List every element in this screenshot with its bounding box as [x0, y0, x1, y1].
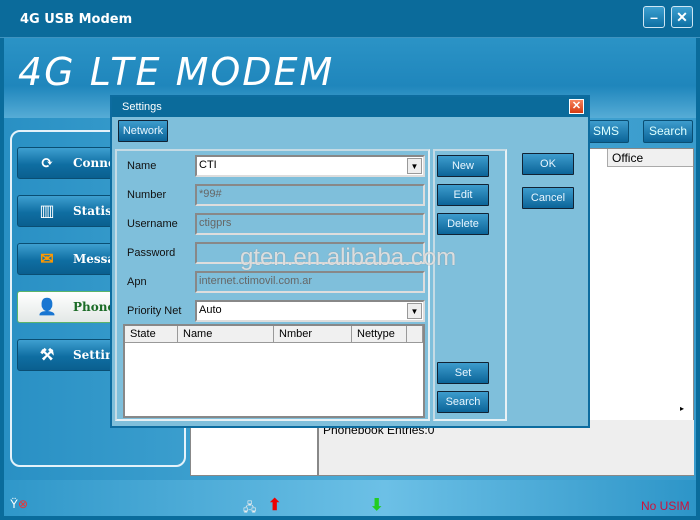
- priority-net-select[interactable]: Auto ▼: [195, 300, 425, 322]
- username-label: Username: [127, 218, 178, 230]
- cancel-button[interactable]: Cancel: [522, 187, 574, 209]
- apn-label: Apn: [127, 276, 147, 288]
- priority-net-value: Auto: [199, 304, 222, 316]
- connect-icon: ⟳: [40, 153, 54, 172]
- number-label: Number: [127, 189, 167, 201]
- status-pane: Phonebook Entries:0: [317, 420, 694, 475]
- column-header-office[interactable]: Office: [607, 149, 693, 167]
- minimize-button[interactable]: –: [643, 6, 665, 28]
- app-title: 4G USB Modem: [20, 12, 133, 27]
- upload-arrow-icon: ⬆: [268, 497, 282, 514]
- network-table[interactable]: State Name Nmber Nettype: [123, 324, 425, 418]
- profile-group: Name CTI ▼ Number *99# Username ctigprs P…: [115, 149, 430, 421]
- name-select[interactable]: CTI ▼: [195, 155, 425, 177]
- column-number[interactable]: Nmber: [274, 326, 352, 343]
- dialog-close-button[interactable]: ✕: [569, 99, 584, 114]
- column-filler: [407, 326, 423, 343]
- sim-status: No USIM: [641, 499, 690, 513]
- actions-group: New Edit Delete Set Search: [433, 149, 507, 421]
- apn-field[interactable]: internet.ctimovil.com.ar: [195, 271, 425, 293]
- name-label: Name: [127, 160, 157, 172]
- set-button[interactable]: Set: [437, 362, 489, 384]
- statistics-icon: ▥: [39, 201, 55, 220]
- network-icon: 🖧: [243, 500, 257, 514]
- no-signal-icon: Ÿ⊗: [10, 497, 29, 511]
- new-button[interactable]: New: [437, 155, 489, 177]
- download-arrow-icon: ⬇: [370, 497, 384, 514]
- scroll-right-icon[interactable]: ▸: [680, 404, 684, 413]
- username-field[interactable]: ctigprs: [195, 213, 425, 235]
- tab-network[interactable]: Network: [118, 120, 168, 142]
- priority-net-label: Priority Net: [127, 305, 182, 317]
- chevron-down-icon[interactable]: ▼: [407, 158, 422, 174]
- message-icon: ✉: [40, 249, 54, 268]
- number-field[interactable]: *99#: [195, 184, 425, 206]
- column-state[interactable]: State: [125, 326, 178, 343]
- edit-button[interactable]: Edit: [437, 184, 489, 206]
- ok-button[interactable]: OK: [522, 153, 574, 175]
- status-bar: [4, 480, 696, 516]
- phonebook-icon: 👤: [37, 297, 57, 316]
- name-value: CTI: [199, 159, 217, 171]
- chevron-down-icon[interactable]: ▼: [407, 303, 422, 319]
- tools-icon: ⚒: [39, 345, 55, 364]
- dialog-title: Settings: [112, 97, 588, 117]
- logo: 4G LTE MODEM: [18, 50, 335, 94]
- search-button[interactable]: Search: [643, 120, 693, 143]
- column-nettype[interactable]: Nettype: [352, 326, 407, 343]
- delete-button[interactable]: Delete: [437, 213, 489, 235]
- network-search-button[interactable]: Search: [437, 391, 489, 413]
- password-label: Password: [127, 247, 176, 259]
- column-name[interactable]: Name: [178, 326, 274, 343]
- close-button[interactable]: ✕: [671, 6, 693, 28]
- watermark: gten.en.alibaba.com: [240, 244, 457, 271]
